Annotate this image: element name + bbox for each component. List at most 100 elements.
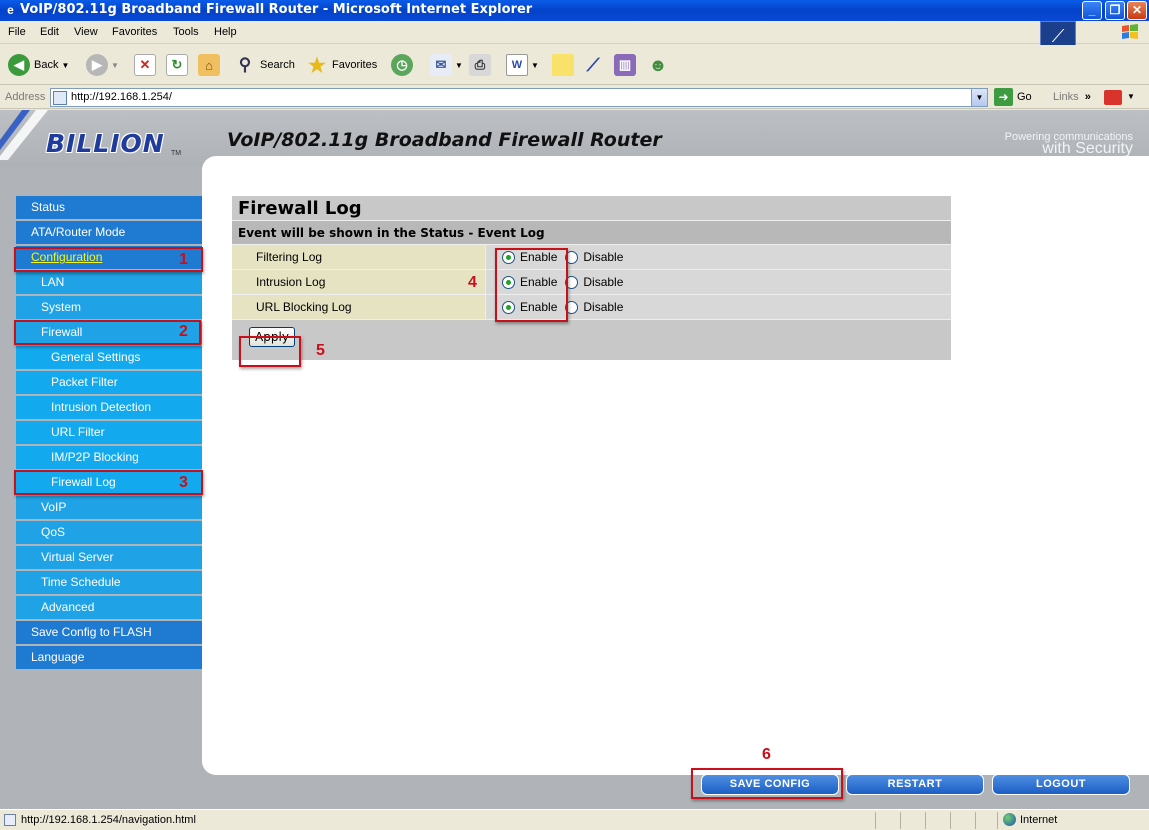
sidebar-item-label: Virtual Server bbox=[41, 550, 114, 564]
annotation-box-save-config bbox=[691, 768, 843, 799]
status-divider bbox=[950, 812, 951, 829]
sidebar-item-system[interactable]: System bbox=[16, 296, 202, 321]
page-status-icon bbox=[4, 814, 16, 826]
minimize-button[interactable]: _ bbox=[1082, 1, 1102, 20]
sidebar-item-label: IM/P2P Blocking bbox=[51, 450, 139, 464]
sidebar-item-virtual-server[interactable]: Virtual Server bbox=[16, 546, 202, 571]
home-button[interactable]: ⌂ bbox=[198, 52, 220, 78]
back-button[interactable]: ◀ Back ▼ bbox=[8, 52, 69, 78]
logout-button[interactable]: LOGOUT bbox=[992, 774, 1130, 795]
url-blocking-log-disable-radio[interactable]: Disable bbox=[565, 300, 623, 314]
edit-button[interactable]: W ▼ bbox=[506, 52, 539, 78]
annotation-box-firewall bbox=[14, 320, 201, 345]
edit-dropdown-icon[interactable]: ▼ bbox=[531, 61, 539, 70]
internet-globe-icon bbox=[1003, 813, 1016, 826]
sidebar-item-status[interactable]: Status bbox=[16, 196, 202, 221]
notes-button[interactable] bbox=[552, 52, 574, 78]
annotation-number-3: 3 bbox=[179, 474, 188, 491]
messenger-tool-button[interactable]: ⟋ bbox=[582, 52, 604, 78]
address-url[interactable]: http://192.168.1.254/ bbox=[71, 91, 172, 103]
product-title: VoIP/802.11g Broadband Firewall Router bbox=[227, 129, 662, 151]
annotation-box-apply bbox=[239, 336, 301, 367]
chevron-right-icon: » bbox=[1084, 91, 1091, 103]
sidebar-item-save-config-to-flash[interactable]: Save Config to FLASH bbox=[16, 621, 202, 646]
sidebar-item-im-p2p-blocking[interactable]: IM/P2P Blocking bbox=[16, 446, 202, 471]
back-dropdown-icon[interactable]: ▼ bbox=[61, 61, 69, 70]
search-icon: ⚲ bbox=[238, 55, 252, 74]
sidebar-item-label: Packet Filter bbox=[51, 375, 118, 389]
word-edit-icon: W bbox=[506, 54, 528, 76]
forward-dropdown-icon[interactable]: ▼ bbox=[111, 61, 119, 70]
filtering-log-disable-radio[interactable]: Disable bbox=[565, 250, 623, 264]
swoosh-icon: ⟋ bbox=[586, 54, 600, 75]
go-button[interactable]: ➜ Go bbox=[994, 88, 1032, 106]
url-blocking-log-label: URL Blocking Log bbox=[232, 295, 486, 319]
annotation-box-enable-radios bbox=[495, 248, 568, 322]
sidebar-item-ata-router-mode[interactable]: ATA/Router Mode bbox=[16, 221, 202, 246]
address-dropdown-icon[interactable]: ▼ bbox=[971, 89, 987, 106]
sidebar-item-label: Status bbox=[31, 200, 66, 214]
windows-flag-icon bbox=[1122, 24, 1138, 39]
mail-button[interactable]: ✉ ▼ bbox=[430, 52, 463, 78]
firewall-log-panel: Firewall Log Event will be shown in the … bbox=[232, 196, 951, 360]
forward-button[interactable]: ▶ ▼ bbox=[86, 52, 119, 78]
menu-edit[interactable]: Edit bbox=[40, 26, 59, 38]
sidebar-item-lan[interactable]: LAN bbox=[16, 271, 202, 296]
sidebar-item-time-schedule[interactable]: Time Schedule bbox=[16, 571, 202, 596]
links-button[interactable]: Links » bbox=[1053, 91, 1091, 103]
menu-file[interactable]: File bbox=[8, 26, 26, 38]
sidebar-item-label: LAN bbox=[41, 275, 65, 289]
stop-button[interactable]: ✕ bbox=[134, 52, 156, 78]
apply-row: Apply bbox=[232, 320, 951, 360]
mail-dropdown-icon[interactable]: ▼ bbox=[455, 61, 463, 70]
annotation-number-1: 1 bbox=[179, 251, 188, 268]
research-books-icon: ▥ bbox=[614, 54, 636, 76]
annotation-number-6: 6 bbox=[762, 746, 771, 763]
logo-swoosh-icon bbox=[0, 110, 48, 160]
refresh-button[interactable]: ↻ bbox=[166, 52, 188, 78]
sidebar-item-language[interactable]: Language bbox=[16, 646, 202, 671]
go-arrow-icon: ➜ bbox=[994, 88, 1013, 106]
menu-favorites[interactable]: Favorites bbox=[112, 26, 157, 38]
sidebar-item-intrusion-detection[interactable]: Intrusion Detection bbox=[16, 396, 202, 421]
acrobat-icon[interactable] bbox=[1104, 90, 1122, 105]
intrusion-log-disable-radio[interactable]: Disable bbox=[565, 275, 623, 289]
sidebar-item-label: VoIP bbox=[41, 500, 67, 514]
history-button[interactable]: ◷ bbox=[391, 52, 413, 78]
close-button[interactable]: ✕ bbox=[1127, 1, 1147, 20]
restart-button[interactable]: RESTART bbox=[846, 774, 984, 795]
address-input[interactable]: http://192.168.1.254/ ▼ bbox=[50, 88, 988, 107]
panel-title: Firewall Log bbox=[232, 196, 951, 221]
mail-icon: ✉ bbox=[430, 54, 452, 76]
sidebar-item-voip[interactable]: VoIP bbox=[16, 496, 202, 521]
menu-help[interactable]: Help bbox=[214, 26, 237, 38]
status-bar: http://192.168.1.254/navigation.html Int… bbox=[0, 809, 1149, 830]
sidebar-item-qos[interactable]: QoS bbox=[16, 521, 202, 546]
sidebar-item-advanced[interactable]: Advanced bbox=[16, 596, 202, 621]
search-button[interactable]: ⚲ Search bbox=[234, 52, 295, 78]
maximize-button[interactable]: ❐ bbox=[1105, 1, 1125, 20]
print-button[interactable]: ⎙ bbox=[469, 52, 491, 78]
filtering-log-label: Filtering Log bbox=[232, 245, 486, 269]
annotation-box-firewall-log bbox=[14, 470, 203, 495]
filtering-log-row: Filtering Log Enable Disable bbox=[232, 245, 951, 270]
menu-tools[interactable]: Tools bbox=[173, 26, 199, 38]
research-button[interactable]: ▥ bbox=[614, 52, 636, 78]
sidebar-item-label: Language bbox=[31, 650, 85, 664]
logo-trademark: TM bbox=[171, 150, 182, 157]
intrusion-log-row: Intrusion Log Enable Disable bbox=[232, 270, 951, 295]
menu-view[interactable]: View bbox=[74, 26, 98, 38]
acrobat-dropdown-icon[interactable]: ▼ bbox=[1127, 92, 1135, 101]
sticky-note-icon bbox=[552, 54, 574, 76]
sidebar-item-label: Save Config to FLASH bbox=[31, 625, 152, 639]
sidebar-item-general-settings[interactable]: General Settings bbox=[16, 346, 202, 371]
window-title-bar[interactable]: e VoIP/802.11g Broadband Firewall Router… bbox=[0, 0, 1149, 21]
go-label: Go bbox=[1017, 91, 1032, 103]
messenger-people-icon: ☻ bbox=[648, 54, 668, 75]
status-divider bbox=[975, 812, 976, 829]
annotation-number-4: 4 bbox=[468, 274, 477, 291]
sidebar-item-packet-filter[interactable]: Packet Filter bbox=[16, 371, 202, 396]
favorites-button[interactable]: ★ Favorites bbox=[306, 52, 377, 78]
sidebar-item-url-filter[interactable]: URL Filter bbox=[16, 421, 202, 446]
messenger-button[interactable]: ☻ bbox=[647, 52, 669, 78]
